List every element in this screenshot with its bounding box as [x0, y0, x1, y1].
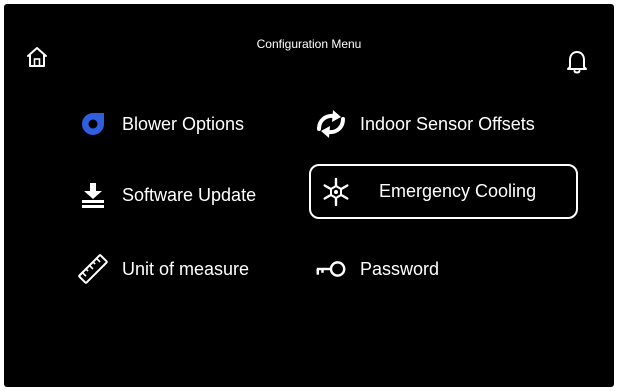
ruler-icon [76, 252, 110, 286]
menu-item-label: Software Update [122, 184, 257, 205]
menu-item-unit-of-measure[interactable]: Unit of measure [76, 249, 249, 289]
sync-arrows-icon [314, 107, 348, 141]
menu-item-blower-options[interactable]: Blower Options [76, 104, 244, 144]
key-icon [314, 252, 348, 286]
menu-item-indoor-sensor-offsets[interactable]: Indoor Sensor Offsets [314, 104, 535, 144]
bell-icon[interactable] [564, 48, 590, 76]
snowflake-icon [319, 175, 353, 209]
menu-item-label: Blower Options [122, 113, 245, 134]
page-title: Configuration Menu [256, 37, 362, 51]
menu-item-password[interactable]: Password [314, 249, 439, 289]
device-screen: Configuration Menu Blower Options Indoor… [4, 4, 614, 387]
menu-item-label: Indoor Sensor Offsets [360, 113, 535, 134]
home-icon[interactable] [24, 44, 50, 70]
blower-icon [76, 107, 110, 141]
download-icon [76, 178, 110, 212]
menu-item-label: Unit of measure [122, 258, 250, 279]
menu-item-software-update[interactable]: Software Update [76, 175, 256, 215]
menu-item-emergency-cooling[interactable]: Emergency Cooling [309, 164, 578, 219]
menu-item-label: Emergency Cooling [379, 181, 537, 201]
menu-item-label: Password [360, 258, 440, 279]
